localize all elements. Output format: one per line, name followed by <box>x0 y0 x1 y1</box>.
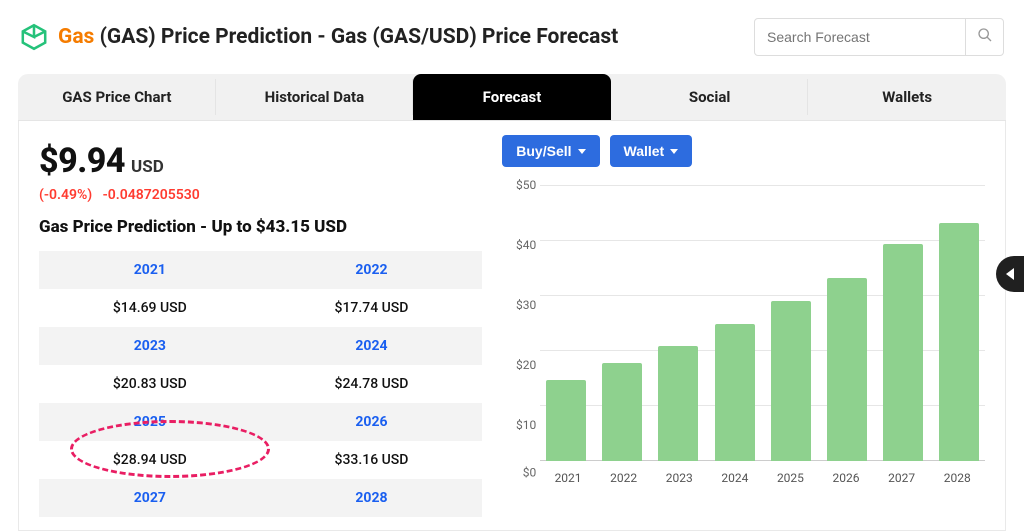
chart-bar <box>939 223 979 461</box>
value-cell: $17.74 USD <box>261 289 483 327</box>
caret-down-icon <box>578 149 586 154</box>
year-cell[interactable]: 2026 <box>261 403 483 441</box>
title-rest: (GAS) Price Prediction - Gas (GAS/USD) P… <box>100 25 619 49</box>
tab-social[interactable]: Social <box>611 74 809 120</box>
price-change: (-0.49%) -0.0487205530 <box>39 187 482 203</box>
prediction-heading: Gas Price Prediction - Up to $43.15 USD <box>39 217 482 237</box>
prediction-table: 2021 2022 $14.69 USD $17.74 USD 2023 202… <box>39 251 482 517</box>
coin-name: Gas <box>58 25 94 49</box>
search-box[interactable] <box>754 18 1004 56</box>
cube-logo-icon <box>20 23 48 51</box>
year-cell[interactable]: 2025 <box>39 403 261 441</box>
value-cell: $20.83 USD <box>39 365 261 403</box>
wallet-button[interactable]: Wallet <box>610 135 693 167</box>
forecast-chart: $50 $40 $30 $20 $10 $0 20212022202320242… <box>502 185 991 485</box>
year-cell[interactable]: 2028 <box>261 479 483 517</box>
year-cell[interactable]: 2021 <box>39 251 261 289</box>
year-cell[interactable]: 2022 <box>261 251 483 289</box>
y-tick: $50 <box>502 178 536 192</box>
tab-wallets[interactable]: Wallets <box>808 74 1006 120</box>
y-tick: $10 <box>502 418 536 432</box>
search-icon <box>977 27 993 47</box>
y-tick: $40 <box>502 238 536 252</box>
x-tick: 2023 <box>651 471 707 485</box>
tab-bar: GAS Price Chart Historical Data Forecast… <box>18 74 1006 121</box>
price-amount: $9.94 <box>39 141 125 181</box>
value-cell: $33.16 USD <box>261 441 483 479</box>
chart-bar <box>827 278 867 461</box>
change-absolute: -0.0487205530 <box>103 187 200 203</box>
price-currency: USD <box>131 157 164 177</box>
chart-bar <box>883 244 923 461</box>
chart-bars <box>540 185 985 461</box>
year-cell[interactable]: 2027 <box>39 479 261 517</box>
chart-x-labels: 20212022202320242025202620272028 <box>540 471 985 485</box>
x-tick: 2026 <box>818 471 874 485</box>
x-tick: 2024 <box>707 471 763 485</box>
chart-bar <box>602 363 642 461</box>
search-input[interactable] <box>755 29 965 45</box>
x-tick: 2022 <box>596 471 652 485</box>
y-tick: $30 <box>502 298 536 312</box>
tab-forecast[interactable]: Forecast <box>413 74 611 120</box>
page-title: Gas (GAS) Price Prediction - Gas (GAS/US… <box>58 25 754 49</box>
chart-bar <box>771 301 811 461</box>
chart-bar <box>715 324 755 461</box>
year-cell[interactable]: 2024 <box>261 327 483 365</box>
year-cell[interactable]: 2023 <box>39 327 261 365</box>
chart-bar <box>546 380 586 461</box>
x-tick: 2021 <box>540 471 596 485</box>
tab-historical-data[interactable]: Historical Data <box>216 74 414 120</box>
change-percent: (-0.49%) <box>39 187 92 203</box>
buy-sell-button[interactable]: Buy/Sell <box>502 135 599 167</box>
x-tick: 2028 <box>929 471 985 485</box>
x-tick: 2027 <box>874 471 930 485</box>
side-drawer-button[interactable] <box>996 256 1024 292</box>
y-tick: $0 <box>502 465 536 479</box>
chart-bar <box>658 346 698 461</box>
tab-price-chart[interactable]: GAS Price Chart <box>18 74 216 120</box>
triangle-left-icon <box>1006 268 1014 280</box>
y-tick: $20 <box>502 358 536 372</box>
current-price: $9.94 USD <box>39 141 482 181</box>
value-cell: $28.94 USD <box>39 441 261 479</box>
search-button[interactable] <box>965 18 1003 56</box>
caret-down-icon <box>670 149 678 154</box>
x-tick: 2025 <box>763 471 819 485</box>
value-cell: $14.69 USD <box>39 289 261 327</box>
value-cell: $24.78 USD <box>261 365 483 403</box>
